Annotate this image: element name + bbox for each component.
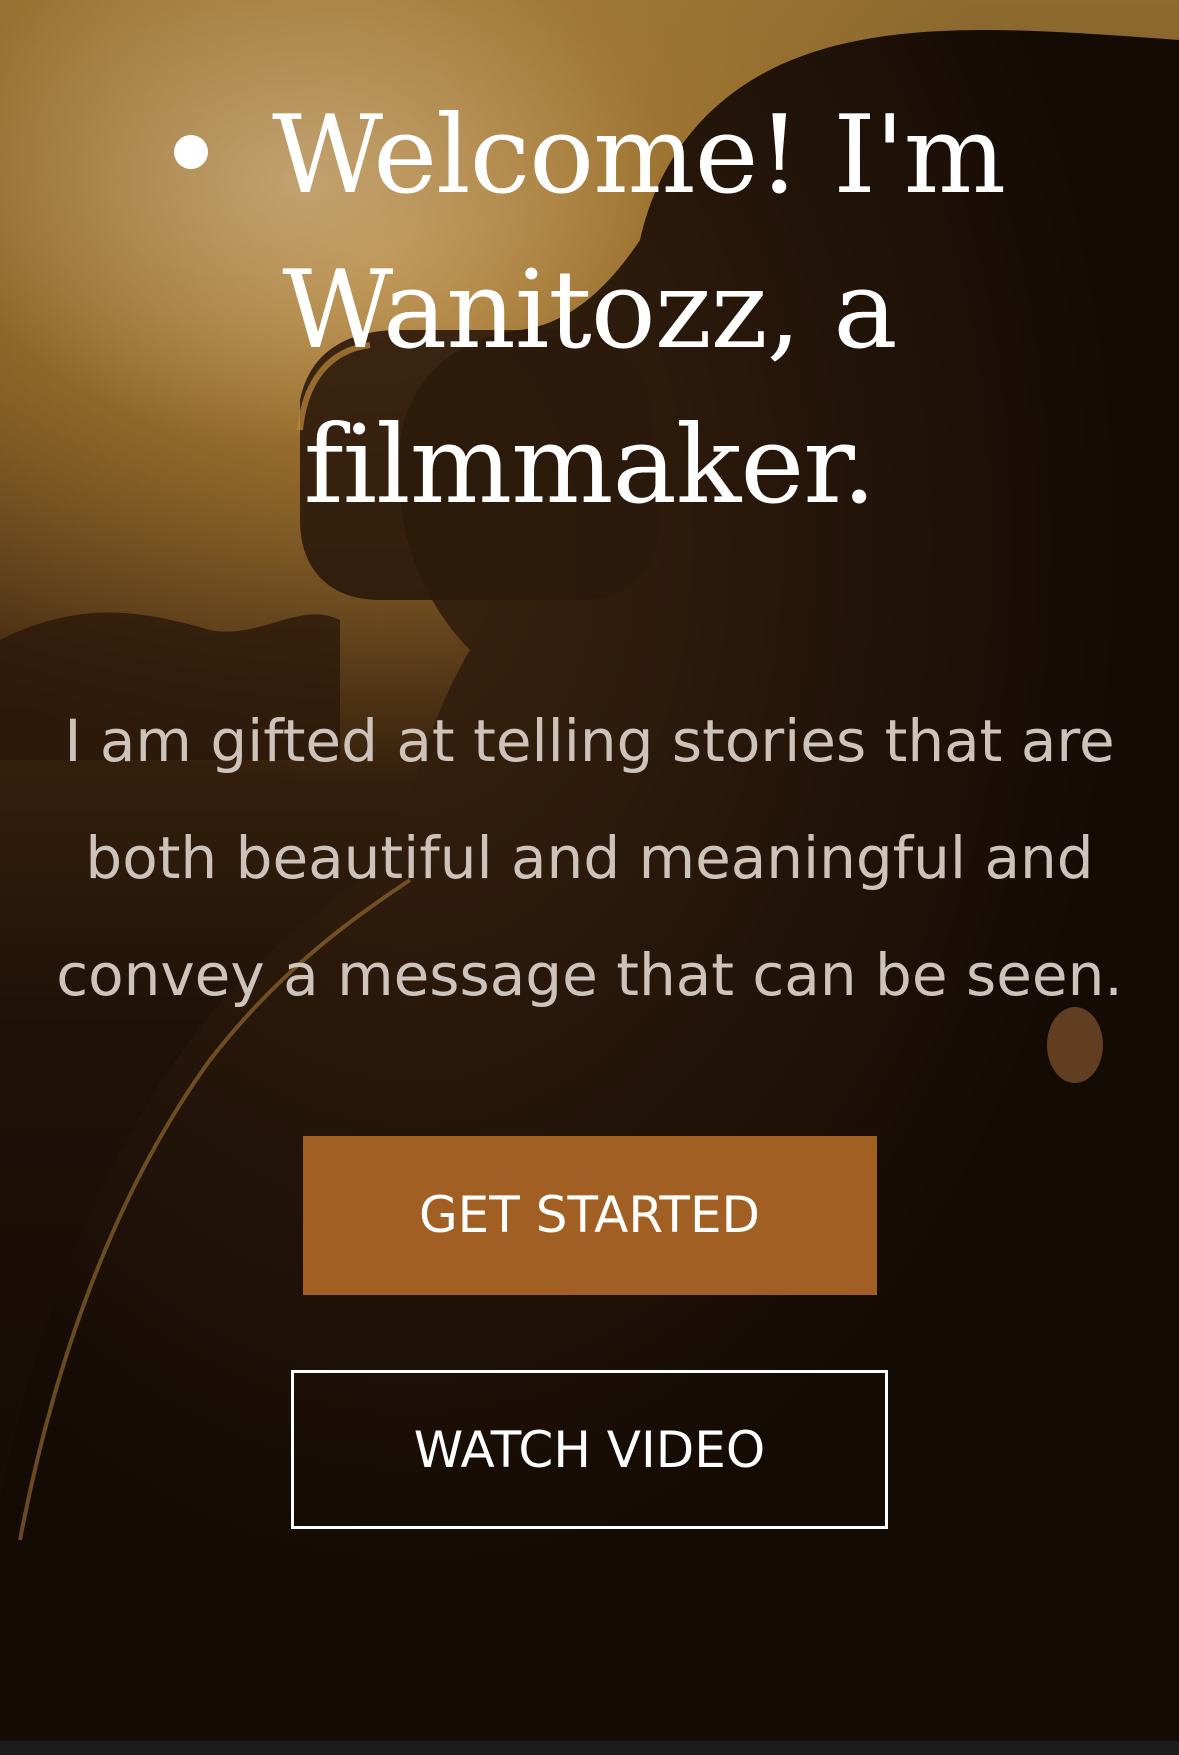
hero-content: Welcome! I'm Wanitozz, a filmmaker. I am… — [0, 0, 1179, 1529]
hero-headline: Welcome! I'm Wanitozz, a filmmaker. — [40, 78, 1139, 543]
bullet-dot-icon — [174, 134, 208, 169]
hero-headline-text: Welcome! I'm Wanitozz, a filmmaker. — [272, 93, 1006, 528]
hero-section: Welcome! I'm Wanitozz, a filmmaker. I am… — [0, 0, 1179, 1741]
watch-video-button[interactable]: WATCH VIDEO — [291, 1370, 888, 1529]
hero-tagline: I am gifted at telling stories that are … — [56, 707, 1123, 1009]
get-started-button[interactable]: GET STARTED — [302, 1136, 877, 1295]
footer-strip — [0, 1741, 1179, 1755]
